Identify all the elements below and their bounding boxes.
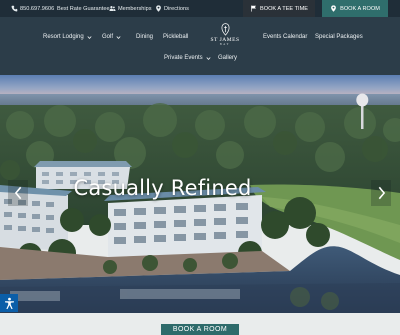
directions-label: Directions xyxy=(164,5,189,12)
nav-pickleball-label: Pickleball xyxy=(163,34,189,40)
utility-bar: 850.697.9606 Best Rate Guarantee Members… xyxy=(0,0,400,17)
nav-special-packages-label: Special Packages xyxy=(315,34,363,40)
chevron-down-icon xyxy=(87,35,92,40)
logo-crest-icon xyxy=(221,23,229,36)
nav-golf[interactable]: Golf xyxy=(102,34,121,40)
phone-link[interactable]: 850.697.9606 xyxy=(11,0,54,17)
memberships-label: Memberships xyxy=(118,5,152,12)
accessibility-button[interactable] xyxy=(0,294,18,312)
users-icon xyxy=(109,5,116,12)
phone-icon xyxy=(11,5,18,12)
book-room-button-label: BOOK A ROOM xyxy=(172,326,228,333)
directions-link[interactable]: Directions xyxy=(155,0,189,17)
book-room-button[interactable]: BOOK A ROOM xyxy=(161,324,239,335)
carousel-prev-button[interactable] xyxy=(8,180,28,206)
phone-number: 850.697.9606 xyxy=(20,5,55,12)
nav-events-calendar[interactable]: Events Calendar xyxy=(263,34,307,40)
main-nav: Resort Lodging Golf Dining Pickleball Ev… xyxy=(0,17,400,75)
map-pin-icon xyxy=(330,5,337,12)
hero-title: Casually Refined xyxy=(73,176,252,200)
nav-special-packages[interactable]: Special Packages xyxy=(315,34,363,40)
chevron-down-icon xyxy=(206,56,211,61)
chevron-right-icon xyxy=(378,186,385,200)
nav-gallery-label: Gallery xyxy=(218,55,238,61)
book-room-top-label: BOOK A ROOM xyxy=(340,5,380,12)
carousel-next-button[interactable] xyxy=(371,180,391,206)
nav-gallery[interactable]: Gallery xyxy=(218,55,237,61)
chevron-down-icon xyxy=(116,35,121,40)
flag-icon xyxy=(250,5,257,12)
nav-resort-lodging[interactable]: Resort Lodging xyxy=(43,34,92,40)
hero-banner: Casually Refined xyxy=(0,75,400,313)
nav-pickleball[interactable]: Pickleball xyxy=(163,34,188,40)
nav-private-events[interactable]: Private Events xyxy=(164,55,211,61)
book-tee-time-button[interactable]: BOOK A TEE TIME xyxy=(243,0,315,17)
accessibility-icon xyxy=(4,297,14,309)
best-rate-label: Best Rate Guarantee xyxy=(57,5,110,12)
book-room-top-button[interactable]: BOOK A ROOM xyxy=(322,0,388,17)
nav-dining[interactable]: Dining xyxy=(136,34,153,40)
map-pin-icon xyxy=(155,5,162,12)
nav-events-calendar-label: Events Calendar xyxy=(263,34,308,40)
logo-subtitle: BAY xyxy=(219,43,231,46)
nav-dining-label: Dining xyxy=(136,34,154,40)
nav-golf-label: Golf xyxy=(102,34,114,40)
nav-resort-lodging-label: Resort Lodging xyxy=(43,34,84,40)
book-tee-time-label: BOOK A TEE TIME xyxy=(260,5,308,12)
memberships-link[interactable]: Memberships xyxy=(109,0,152,17)
best-rate-link[interactable]: Best Rate Guarantee xyxy=(57,0,110,17)
st-james-logo[interactable]: ST JAMES BAY xyxy=(208,23,242,53)
nav-private-events-label: Private Events xyxy=(164,55,203,61)
chevron-left-icon xyxy=(14,186,21,200)
